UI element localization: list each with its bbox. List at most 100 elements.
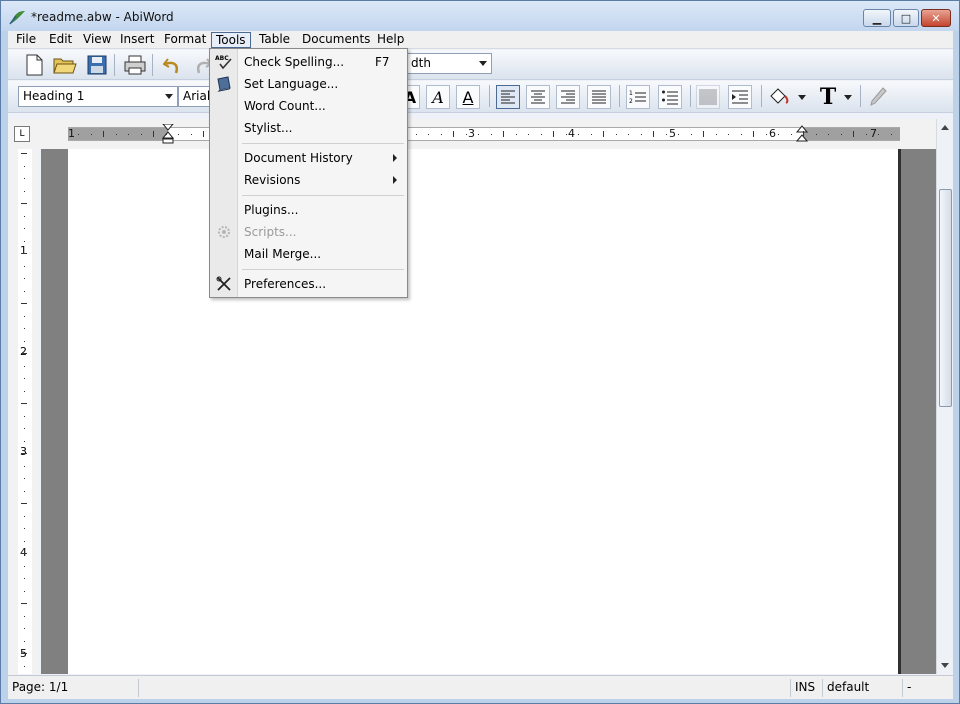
highlight-color-button[interactable] xyxy=(768,85,792,109)
menu-view[interactable]: View xyxy=(79,32,115,48)
ruler-tick xyxy=(815,134,817,135)
indent-icon xyxy=(732,90,748,104)
underline-button[interactable]: A xyxy=(456,85,480,109)
scroll-up-icon[interactable] xyxy=(941,125,949,130)
align-center-icon xyxy=(531,90,545,104)
chevron-down-icon xyxy=(798,94,806,100)
ruler-tick xyxy=(128,134,129,135)
ruler-tick xyxy=(565,134,567,135)
ruler-tick xyxy=(515,134,517,135)
new-document-button[interactable] xyxy=(22,53,46,77)
scripts-gear-icon xyxy=(218,226,230,238)
menu-edit[interactable]: Edit xyxy=(45,32,76,48)
open-folder-icon xyxy=(53,58,77,74)
ruler-strip[interactable]: 1 3 4 5 6 7 xyxy=(68,124,900,144)
menu-tools[interactable]: Tools xyxy=(211,32,251,48)
menu-separator xyxy=(242,195,404,196)
align-left-button[interactable] xyxy=(496,85,520,109)
ruler-tick xyxy=(465,134,467,135)
justify-button[interactable] xyxy=(587,85,611,109)
ruler-tick xyxy=(415,134,417,135)
menu-documents[interactable]: Documents xyxy=(298,32,374,48)
save-button[interactable] xyxy=(85,53,109,77)
style-combo[interactable]: Heading 1 xyxy=(18,86,178,107)
menu-item-document-history[interactable]: Document History xyxy=(210,147,407,169)
vertical-scrollbar[interactable] xyxy=(936,119,953,674)
minimize-button[interactable]: ▁ xyxy=(863,9,891,27)
ruler-tick xyxy=(24,515,25,517)
ruler-tick xyxy=(24,428,25,429)
indent-button[interactable] xyxy=(728,85,752,109)
ruler-number: 1 xyxy=(68,127,75,140)
ruler-tick xyxy=(24,615,25,617)
numbered-list-button[interactable]: 12 xyxy=(626,85,650,109)
open-button[interactable] xyxy=(53,53,77,77)
text-color-dropdown[interactable] xyxy=(842,85,854,109)
outdent-button[interactable] xyxy=(696,85,720,109)
scroll-thumb[interactable] xyxy=(939,189,952,407)
ruler-tick xyxy=(24,415,25,417)
undo-button[interactable] xyxy=(161,53,185,77)
maximize-button[interactable]: □ xyxy=(893,9,919,27)
ruler-tick xyxy=(24,640,25,642)
ruler-tick xyxy=(21,403,27,404)
ruler-tick xyxy=(790,134,792,135)
ruler-number: 1 xyxy=(20,244,27,257)
ruler-number: 3 xyxy=(468,127,475,140)
font-value: Arial xyxy=(183,89,211,103)
svg-text:2: 2 xyxy=(629,98,633,105)
menu-item-revisions[interactable]: Revisions xyxy=(210,169,407,191)
text-color-button[interactable]: T xyxy=(816,84,840,110)
ruler-tick xyxy=(78,134,79,135)
ruler-right-margin xyxy=(803,128,900,140)
standard-toolbar: dth xyxy=(8,50,953,80)
client-area: File Edit View Insert Format Tools Table… xyxy=(8,31,953,699)
menu-item-check-spelling[interactable]: ABC Check Spelling... F7 xyxy=(210,51,407,73)
status-spacer xyxy=(138,679,790,697)
submenu-arrow-icon xyxy=(393,176,397,184)
ruler-number: 2 xyxy=(20,345,27,358)
ruler-tick xyxy=(24,278,25,279)
svg-text:ABC: ABC xyxy=(215,55,229,62)
title-bar: *readme.abw - AbiWord ▁ □ ✕ xyxy=(1,1,959,31)
highlight-dropdown[interactable] xyxy=(796,85,808,109)
align-center-button[interactable] xyxy=(526,85,550,109)
ruler-tick xyxy=(578,134,579,135)
align-right-button[interactable] xyxy=(556,85,580,109)
hyperlink-button[interactable] xyxy=(866,85,890,109)
ruler-tick xyxy=(628,134,629,135)
menu-format[interactable]: Format xyxy=(160,32,210,48)
close-button[interactable]: ✕ xyxy=(921,9,951,27)
scroll-down-icon[interactable] xyxy=(941,663,949,668)
ruler-tick xyxy=(453,131,454,137)
underline-icon: A xyxy=(462,87,474,107)
menu-item-mail-merge[interactable]: Mail Merge... xyxy=(210,243,407,265)
right-indent-marker-icon[interactable] xyxy=(796,124,808,144)
zoom-combo[interactable]: dth xyxy=(406,53,492,74)
close-icon: ✕ xyxy=(931,11,941,25)
paint-bucket-icon xyxy=(770,88,789,104)
tab-stop-selector[interactable]: L xyxy=(14,126,30,142)
menu-table[interactable]: Table xyxy=(255,32,294,48)
ruler-tick xyxy=(878,134,879,135)
menu-item-set-language[interactable]: Set Language... xyxy=(210,73,407,95)
italic-button[interactable]: A xyxy=(426,85,450,109)
document-page[interactable] xyxy=(68,149,901,674)
menu-file[interactable]: File xyxy=(12,32,40,48)
minimize-icon: ▁ xyxy=(872,11,882,25)
bullet-list-button[interactable] xyxy=(658,85,682,109)
print-button[interactable] xyxy=(123,53,147,77)
left-indent-marker-icon[interactable] xyxy=(162,124,174,144)
vertical-ruler-strip[interactable]: 1 2 3 4 5 xyxy=(18,149,32,674)
menu-help[interactable]: Help xyxy=(373,32,408,48)
ruler-tick xyxy=(21,303,27,304)
menu-item-preferences[interactable]: Preferences... xyxy=(210,273,407,295)
menu-item-stylist[interactable]: Stylist... xyxy=(210,117,407,139)
format-toolbar: Heading 1 Arial A A A 1 2 T xyxy=(8,81,953,113)
menu-item-word-count[interactable]: Word Count... xyxy=(210,95,407,117)
bullet-list-icon xyxy=(662,90,678,105)
font-combo[interactable]: Arial xyxy=(178,86,210,107)
menu-insert[interactable]: Insert xyxy=(116,32,158,48)
menu-item-scripts: Scripts... xyxy=(210,221,407,243)
menu-item-plugins[interactable]: Plugins... xyxy=(210,199,407,221)
